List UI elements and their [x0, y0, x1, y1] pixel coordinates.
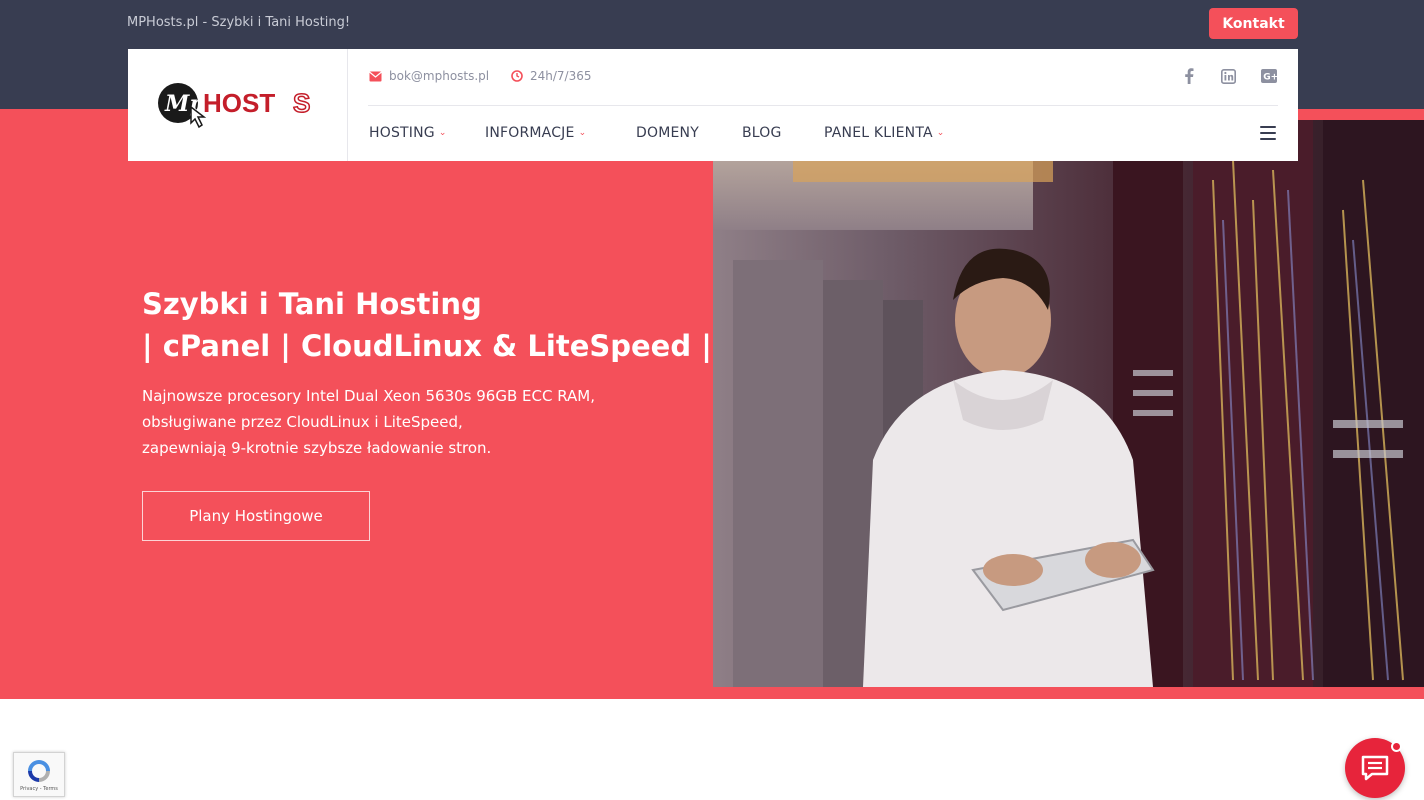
hosting-plans-button[interactable]: Plany Hostingowe: [142, 491, 370, 541]
header: Mp HOST S bok@mphosts.pl 24h/7/365 G+ HO…: [128, 49, 1298, 161]
hero-title: Szybki i Tani Hosting | cPanel | CloudLi…: [142, 283, 712, 367]
clock-icon: [511, 70, 523, 82]
nav-item-label: PANEL KLIENTA: [824, 125, 933, 141]
nav-item-panel-klienta[interactable]: PANEL KLIENTA ⌄: [824, 125, 945, 141]
hours-info: 24h/7/365: [511, 69, 592, 83]
hero-photo: [713, 120, 1424, 687]
nav-item-domeny[interactable]: DOMENY: [636, 125, 699, 141]
chevron-down-icon: ⌄: [438, 128, 447, 138]
hero-title-line1: Szybki i Tani Hosting: [142, 287, 482, 321]
nav-item-label: HOSTING: [369, 125, 435, 141]
contact-button[interactable]: Kontakt: [1209, 8, 1298, 39]
chevron-down-icon: ⌄: [578, 128, 587, 138]
chat-notification-dot: [1391, 741, 1402, 752]
recaptcha-links: Privacy - Terms: [20, 786, 58, 792]
nav-item-label: INFORMACJE: [485, 125, 575, 141]
mphosts-logo-icon: Mp HOST S: [157, 83, 311, 129]
email-text: bok@mphosts.pl: [389, 69, 490, 83]
logo-text-s: S: [293, 88, 310, 118]
contact-info-row: bok@mphosts.pl 24h/7/365 G+: [368, 49, 1278, 106]
chevron-down-icon: ⌄: [936, 128, 945, 138]
recaptcha-icon: [28, 760, 50, 782]
hero-desc-line1: Najnowsze procesory Intel Dual Xeon 5630…: [142, 387, 595, 405]
recaptcha-badge[interactable]: Privacy - Terms: [13, 752, 65, 797]
logo[interactable]: Mp HOST S: [128, 49, 348, 161]
nav-item-hosting[interactable]: HOSTING ⌄: [369, 125, 447, 141]
chat-icon: [1361, 755, 1389, 781]
hero-title-line2: | cPanel | CloudLinux & LiteSpeed |: [142, 329, 712, 363]
site-tagline: MPHosts.pl - Szybki i Tani Hosting!: [127, 15, 351, 30]
hero-desc-line3: zapewniają 9-krotnie szybsze ładowanie s…: [142, 439, 492, 457]
hamburger-icon[interactable]: [1260, 126, 1276, 140]
nav-item-label: DOMENY: [636, 125, 699, 141]
email-link[interactable]: bok@mphosts.pl: [369, 69, 489, 83]
main-nav: HOSTING ⌄ INFORMACJE ⌄ DOMENY BLOG PANEL…: [368, 106, 1278, 161]
nav-item-blog[interactable]: BLOG: [742, 125, 782, 141]
logo-text-host: HOST: [203, 88, 275, 118]
hero-desc-line2: obsługiwane przez CloudLinux i LiteSpeed…: [142, 413, 463, 431]
google-plus-icon[interactable]: G+: [1258, 65, 1280, 87]
facebook-icon[interactable]: [1178, 65, 1200, 87]
nav-item-informacje[interactable]: INFORMACJE ⌄: [485, 125, 586, 141]
linkedin-icon[interactable]: [1217, 65, 1239, 87]
envelope-icon: [369, 71, 382, 81]
hero-description: Najnowsze procesory Intel Dual Xeon 5630…: [142, 383, 595, 461]
hours-text: 24h/7/365: [530, 69, 592, 83]
nav-item-label: BLOG: [742, 125, 782, 141]
svg-text:G+: G+: [1263, 73, 1277, 83]
